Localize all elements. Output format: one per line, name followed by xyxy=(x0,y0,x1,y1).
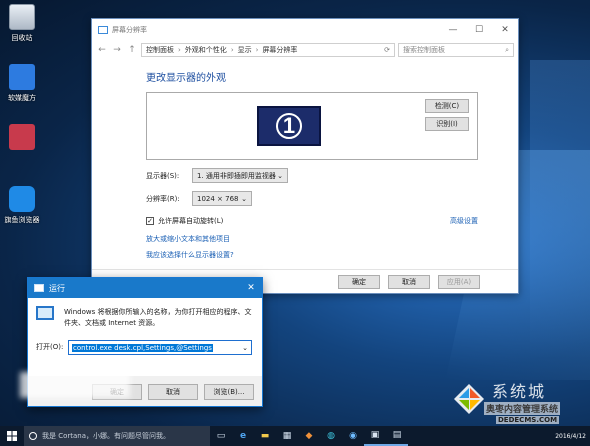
desktop-icon-qiyu-browser[interactable]: 旗鱼浏览器 xyxy=(0,186,44,225)
breadcrumb-separator-icon: › xyxy=(178,46,181,54)
desktop-icon-label: 旗鱼浏览器 xyxy=(4,216,40,224)
breadcrumb-separator-icon: › xyxy=(230,46,234,54)
minimize-button[interactable]: — xyxy=(440,25,466,35)
forward-button[interactable]: → xyxy=(111,45,123,55)
navigation-bar: ← → ↑ 控制面板 › 外观和个性化 › 显示 › 屏幕分辨率 ⟳ 搜索控制面… xyxy=(92,41,518,59)
close-button[interactable]: ✕ xyxy=(240,283,262,293)
store-icon[interactable]: ▦ xyxy=(276,426,298,446)
rotation-row: ✓ 允许屏幕自动旋转(L) 高级设置 xyxy=(146,216,478,226)
detect-button[interactable]: 检测(C) xyxy=(425,99,469,113)
resolution-row: 分辨率(R): 1024 × 768 ⌄ xyxy=(146,191,486,206)
screen-resolution-window: 屏幕分辨率 — ☐ ✕ ← → ↑ 控制面板 › 外观和个性化 › 显示 › 屏… xyxy=(91,18,519,294)
maximize-button[interactable]: ☐ xyxy=(466,25,492,35)
apply-button[interactable]: 应用(A) xyxy=(438,275,480,289)
open-label: 打开(O): xyxy=(36,343,64,351)
blurred-overlay xyxy=(20,372,130,398)
auto-rotate-label: 允许屏幕自动旋转(L) xyxy=(158,217,224,225)
taskbar: 我是 Cortana，小娜。有问题尽管问我。 ▭ e ▬ ▦ ◆ ◍ ◉ ▣ ▤… xyxy=(0,426,590,446)
watermark: 系统城 奥枣内容管理系统 DEDECMS.COM xyxy=(452,378,588,430)
control-panel-icon xyxy=(98,26,108,34)
window-title: 屏幕分辨率 xyxy=(112,26,147,34)
run-description: Windows 将根据你所输入的名称，为你打开相应的程序、文件夹、文档或 Int… xyxy=(64,308,252,327)
address-bar[interactable]: 控制面板 › 外观和个性化 › 显示 › 屏幕分辨率 ⟳ xyxy=(141,43,395,57)
breadcrumb-item[interactable]: 屏幕分辨率 xyxy=(262,45,297,55)
window-titlebar[interactable]: 屏幕分辨率 — ☐ ✕ xyxy=(92,19,518,41)
display-label: 显示器(S): xyxy=(146,171,180,180)
ok-button[interactable]: 确定 xyxy=(338,275,380,289)
chevron-down-icon: ⌄ xyxy=(241,194,247,203)
text-size-link[interactable]: 放大或缩小文本和其他项目 xyxy=(146,234,230,244)
resolution-label: 分辨率(R): xyxy=(146,194,180,203)
qiyu-taskbar-icon[interactable]: ◉ xyxy=(342,426,364,446)
media-icon[interactable]: ◆ xyxy=(298,426,320,446)
search-box[interactable]: 搜索控制面板 ⌕ xyxy=(398,43,514,57)
breadcrumb-item[interactable]: 控制面板 xyxy=(146,45,174,55)
page-title: 更改显示器的外观 xyxy=(146,73,226,84)
breadcrumb-separator-icon: › xyxy=(255,46,259,54)
desktop-icon-red-app[interactable] xyxy=(0,124,44,153)
resolution-select[interactable]: 1024 × 768 ⌄ xyxy=(192,191,252,206)
run-icon-small xyxy=(34,284,44,292)
red-app-icon xyxy=(9,124,35,150)
breadcrumb-item[interactable]: 显示 xyxy=(238,45,252,55)
task-view-icon[interactable]: ▭ xyxy=(210,426,232,446)
desktop-icon-label: 回收站 xyxy=(11,34,33,42)
ruanmei-icon xyxy=(9,64,35,90)
command-input[interactable]: control.exe desk.cpl,Settings,@Settings … xyxy=(68,340,252,355)
display-value: 1. 通用非即插即用监视器 xyxy=(197,171,276,180)
search-placeholder: 搜索控制面板 xyxy=(403,46,445,54)
watermark-subtitle: 奥枣内容管理系统 xyxy=(484,402,561,415)
desktop-icon-ruanmei[interactable]: 软媒魔方 xyxy=(0,64,44,103)
back-button[interactable]: ← xyxy=(96,45,108,55)
desktop-light-beam xyxy=(530,60,590,360)
display-select[interactable]: 1. 通用非即插即用监视器 ⌄ xyxy=(192,168,288,183)
close-button[interactable]: ✕ xyxy=(492,25,518,35)
paint-icon[interactable]: ◍ xyxy=(320,426,342,446)
desktop-icon-recycle-bin[interactable]: 回收站 xyxy=(0,4,44,43)
settings-content: 更改显示器的外观 1 检测(C) 识别(I) 显示器(S): 1. 通用非即插即… xyxy=(146,69,486,260)
control-panel-taskbar-icon[interactable]: ▣ xyxy=(364,426,386,446)
qiyu-browser-icon xyxy=(9,186,35,212)
watermark-url: DEDECMS.COM xyxy=(496,416,560,424)
desktop-icon-label: 软媒魔方 xyxy=(8,94,36,102)
run-titlebar[interactable]: 运行 ✕ xyxy=(28,278,262,298)
breadcrumb-item[interactable]: 外观和个性化 xyxy=(185,45,227,55)
monitor-number: 1 xyxy=(276,113,302,139)
windows-start-icon xyxy=(7,431,17,441)
text-size-row: 放大或缩小文本和其他项目 xyxy=(146,234,486,244)
advanced-settings-link[interactable]: 高级设置 xyxy=(450,216,478,226)
chevron-down-icon[interactable]: ⌄ xyxy=(242,344,248,352)
watermark-brand: 系统城 xyxy=(492,382,547,401)
cortana-search-text: 我是 Cortana，小娜。有问题尽管问我。 xyxy=(42,432,171,440)
identify-button[interactable]: 识别(I) xyxy=(425,117,469,131)
run-icon xyxy=(36,306,54,320)
file-explorer-icon[interactable]: ▬ xyxy=(254,426,276,446)
run-cancel-button[interactable]: 取消 xyxy=(148,384,198,400)
display-row: 显示器(S): 1. 通用非即插即用监视器 ⌄ xyxy=(146,168,486,183)
cortana-icon xyxy=(29,432,37,440)
run-taskbar-icon[interactable]: ▤ xyxy=(386,426,408,446)
start-button[interactable] xyxy=(0,426,24,446)
refresh-icon[interactable]: ⟳ xyxy=(384,46,390,54)
chevron-down-icon: ⌄ xyxy=(277,171,283,180)
monitor-preview: 1 检测(C) 识别(I) xyxy=(146,92,478,160)
auto-rotate-checkbox[interactable]: ✓ 允许屏幕自动旋转(L) xyxy=(146,216,223,226)
choose-row: 我应该选择什么显示器设置? xyxy=(146,250,486,260)
clock-date[interactable]: 2016/4/12 xyxy=(555,433,590,440)
browse-button[interactable]: 浏览(B)... xyxy=(204,384,254,400)
edge-browser-icon[interactable]: e xyxy=(232,426,254,446)
recycle-bin-icon xyxy=(9,4,35,30)
up-button[interactable]: ↑ xyxy=(126,45,138,55)
cancel-button[interactable]: 取消 xyxy=(388,275,430,289)
windows-logo-icon xyxy=(454,384,484,414)
resolution-value: 1024 × 768 xyxy=(197,194,239,203)
checkbox-check-icon: ✓ xyxy=(146,216,154,225)
run-title: 运行 xyxy=(49,283,65,293)
choose-display-link[interactable]: 我应该选择什么显示器设置? xyxy=(146,250,234,260)
cortana-search-box[interactable]: 我是 Cortana，小娜。有问题尽管问我。 xyxy=(24,426,210,446)
command-value: control.exe desk.cpl,Settings,@Settings xyxy=(72,343,213,352)
monitor-icon[interactable]: 1 xyxy=(257,106,321,146)
search-icon: ⌕ xyxy=(505,45,509,54)
